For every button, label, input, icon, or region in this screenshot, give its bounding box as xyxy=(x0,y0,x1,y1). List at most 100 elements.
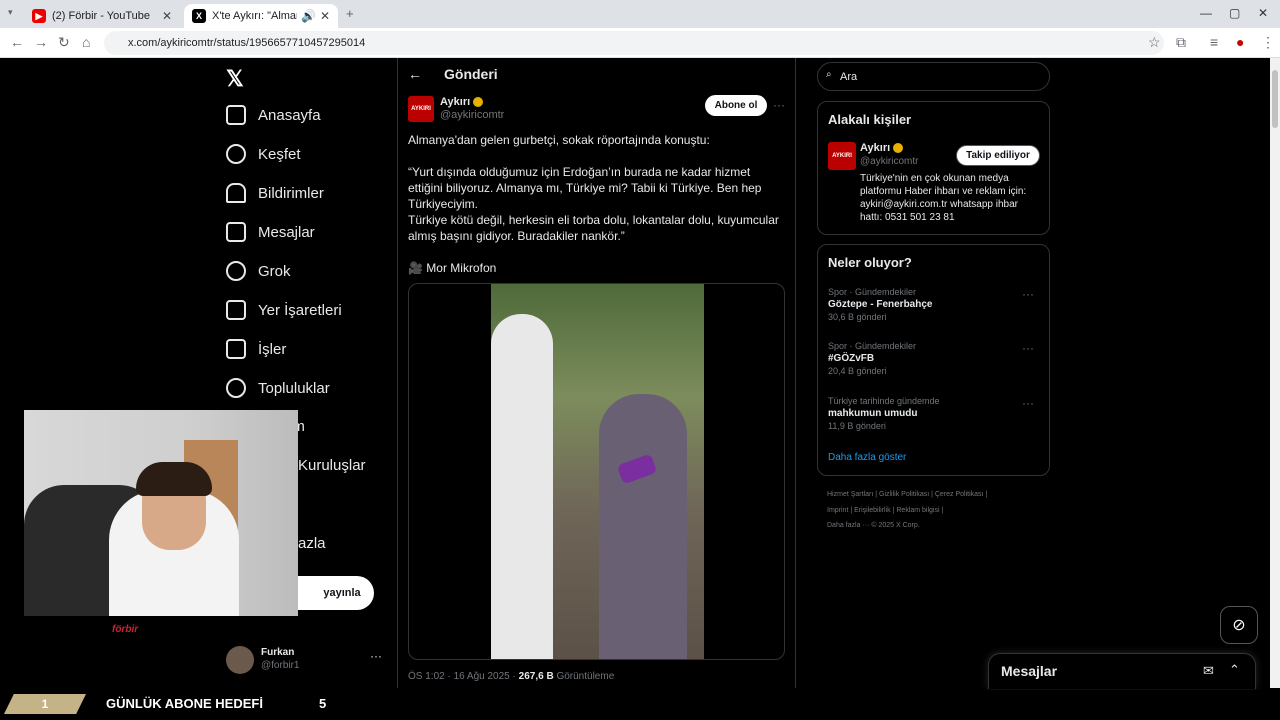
more-icon[interactable]: ··· xyxy=(370,649,382,663)
verified-badge-icon xyxy=(893,143,904,154)
video-frame xyxy=(491,284,704,659)
browser-tab-strip: ▾ ▶ (2) Förbir - YouTube ✕ X X'te Aykırı… xyxy=(0,0,1280,28)
trend-name: mahkumun umudu xyxy=(828,408,918,419)
search-icon: ⌕ xyxy=(826,69,832,80)
messages-drawer[interactable]: Mesajlar ✉ ⌃ xyxy=(988,653,1256,689)
forward-icon[interactable]: → xyxy=(34,34,48,50)
expand-icon[interactable]: ⌃ xyxy=(1229,662,1240,678)
tweet-video[interactable] xyxy=(408,283,785,660)
show-more-link[interactable]: Daha fazla göster xyxy=(828,452,906,463)
sidebar-item-organizations[interactable]: Kuruluşlar xyxy=(298,450,366,480)
x-logo-icon[interactable]: 𝕏 xyxy=(226,66,244,92)
subscriber-goal-bar: 1 GÜNLÜK ABONE HEDEFİ 5 xyxy=(0,690,1280,720)
streamer-hair xyxy=(136,462,212,496)
media-icon[interactable]: ≡ xyxy=(1210,34,1218,50)
goal-label: GÜNLÜK ABONE HEDEFİ xyxy=(106,696,263,711)
footer-links[interactable]: Imprint | Erişilebilirlik | Reklam bilgi… xyxy=(827,507,943,514)
related-handle[interactable]: @aykiricomtr xyxy=(860,156,919,167)
column-divider xyxy=(397,58,398,688)
sidebar-item-label: Keşfet xyxy=(258,145,301,163)
x-icon: X xyxy=(192,9,206,23)
sidebar-item-explore[interactable]: Keşfet xyxy=(226,139,301,169)
more-icon[interactable]: ··· xyxy=(1022,341,1034,355)
channel-logo: förbir xyxy=(112,624,139,635)
speaker-icon[interactable]: 🔊 xyxy=(301,9,316,23)
video-person-interviewee xyxy=(599,394,687,659)
maximize-icon[interactable]: ▢ xyxy=(1229,6,1240,20)
tab-search-icon[interactable]: ▾ xyxy=(8,7,13,18)
sidebar-item-bookmarks[interactable]: Yer İşaretleri xyxy=(226,295,342,325)
following-button[interactable]: Takip ediliyor xyxy=(956,145,1040,166)
tweet-time: ÖS 1:02 · 16 Ağu 2025 · xyxy=(408,671,516,682)
author-handle[interactable]: @aykiricomtr xyxy=(440,109,504,121)
minimize-icon[interactable]: — xyxy=(1200,6,1212,20)
user-name: Furkan xyxy=(261,647,295,658)
back-icon[interactable]: ← xyxy=(10,34,24,50)
sidebar-item-communities[interactable]: Topluluklar xyxy=(226,373,330,403)
address-bar[interactable]: x.com/aykiricomtr/status/195665771045729… xyxy=(104,31,1164,55)
search-input[interactable]: ⌕ Ara xyxy=(817,62,1050,91)
trend-count: 11,9 B gönderi xyxy=(828,421,886,431)
scrollbar[interactable] xyxy=(1270,58,1280,688)
trend-item[interactable]: Spor · Gündemdekiler #GÖZvFB 20,4 B gönder… xyxy=(828,341,916,376)
column-divider xyxy=(795,58,796,688)
tab-youtube[interactable]: ▶ (2) Förbir - YouTube ✕ xyxy=(24,4,180,28)
extensions-icon[interactable]: ⧉ xyxy=(1176,34,1186,51)
sidebar-item-label: Anasayfa xyxy=(258,106,321,124)
close-icon[interactable]: ✕ xyxy=(320,9,330,23)
page-title: ← Gönderi xyxy=(408,66,498,82)
footer-links[interactable]: Hizmet Şartları | Gizlilik Politikası | … xyxy=(827,491,987,498)
new-message-icon[interactable]: ✉ xyxy=(1203,663,1214,679)
subscribe-button[interactable]: Abone ol xyxy=(705,95,767,116)
trends-card: Neler oluyor? Spor · Gündemdekiler Göztep… xyxy=(817,244,1050,476)
footer-links[interactable]: Daha fazla ··· © 2025 X Corp. xyxy=(827,522,920,529)
close-window-icon[interactable]: ✕ xyxy=(1258,6,1268,20)
grok-float-button[interactable]: ⊘ xyxy=(1220,606,1258,644)
user-handle: @forbir1 xyxy=(261,660,300,671)
tweet-text-line: “Yurt dışında olduğumuz için Erdoğan’ın … xyxy=(408,165,762,211)
trend-item[interactable]: Türkiye tarihinde gündemde mahkumun umudu… xyxy=(828,396,940,431)
new-tab-button[interactable]: + xyxy=(346,6,354,21)
profile-icon[interactable]: ● xyxy=(1236,34,1244,50)
post-button-label: yayınla xyxy=(323,587,361,599)
sidebar-item-notifications[interactable]: Bildirimler xyxy=(226,178,324,208)
sidebar-item-label: Yer İşaretleri xyxy=(258,301,342,319)
tweet-text-line: Türkiye kötü değil, herkesin eli torba d… xyxy=(408,213,779,243)
sidebar-item-more[interactable]: azla xyxy=(298,528,326,558)
sidebar-item-grok[interactable]: Grok xyxy=(226,256,291,286)
sidebar-item-jobs[interactable]: İşler xyxy=(226,334,286,364)
tweet-meta: ÖS 1:02 · 16 Ağu 2025 · 267,6 B Görüntül… xyxy=(408,671,614,682)
author-avatar[interactable]: AYKIRI xyxy=(408,96,434,122)
more-icon[interactable]: ··· xyxy=(1022,396,1034,410)
tab-title: X'te Aykırı: "Almanya'dan g xyxy=(212,10,297,22)
more-icon[interactable]: ··· xyxy=(773,98,785,112)
sidebar-item-label: Topluluklar xyxy=(258,379,330,397)
tab-x-post[interactable]: X X'te Aykırı: "Almanya'dan g 🔊 ✕ xyxy=(184,4,338,28)
sidebar-item-label: Grok xyxy=(258,262,291,280)
mail-icon xyxy=(226,222,246,242)
reload-icon[interactable]: ↻ xyxy=(58,34,70,51)
related-name[interactable]: Aykırı xyxy=(860,142,904,154)
tab-title: (2) Förbir - YouTube xyxy=(52,10,151,22)
sidebar-item-home[interactable]: Anasayfa xyxy=(226,100,321,130)
related-avatar[interactable]: AYKIRI xyxy=(828,142,856,170)
trend-item[interactable]: Spor · Gündemdekiler Göztepe - Fenerbahçe… xyxy=(828,287,932,322)
trend-context: Spor · Gündemdekiler xyxy=(828,287,917,297)
sidebar-item-messages[interactable]: Mesajlar xyxy=(226,217,315,247)
author-name-text: Aykırı xyxy=(440,96,471,108)
url-text: x.com/aykiricomtr/status/195665771045729… xyxy=(128,37,366,49)
scrollbar-thumb[interactable] xyxy=(1272,70,1278,128)
menu-icon[interactable]: ⋮ xyxy=(1261,34,1275,51)
trend-context: Spor · Gündemdekiler xyxy=(828,341,917,351)
more-icon[interactable]: ··· xyxy=(1022,287,1034,301)
related-people-card: Alakalı kişiler AYKIRI Aykırı @aykiricom… xyxy=(817,101,1050,235)
home-icon[interactable]: ⌂ xyxy=(82,34,90,50)
briefcase-icon xyxy=(226,339,246,359)
bookmark-star-icon[interactable]: ☆ xyxy=(1148,34,1161,51)
close-icon[interactable]: ✕ xyxy=(162,9,172,23)
account-switcher[interactable]: Furkan @forbir1 ··· xyxy=(226,644,386,674)
author-name[interactable]: Aykırı xyxy=(440,96,484,108)
back-arrow-icon[interactable]: ← xyxy=(408,66,422,82)
sidebar-item-label: Mesajlar xyxy=(258,223,315,241)
goal-target: 5 xyxy=(319,696,327,711)
